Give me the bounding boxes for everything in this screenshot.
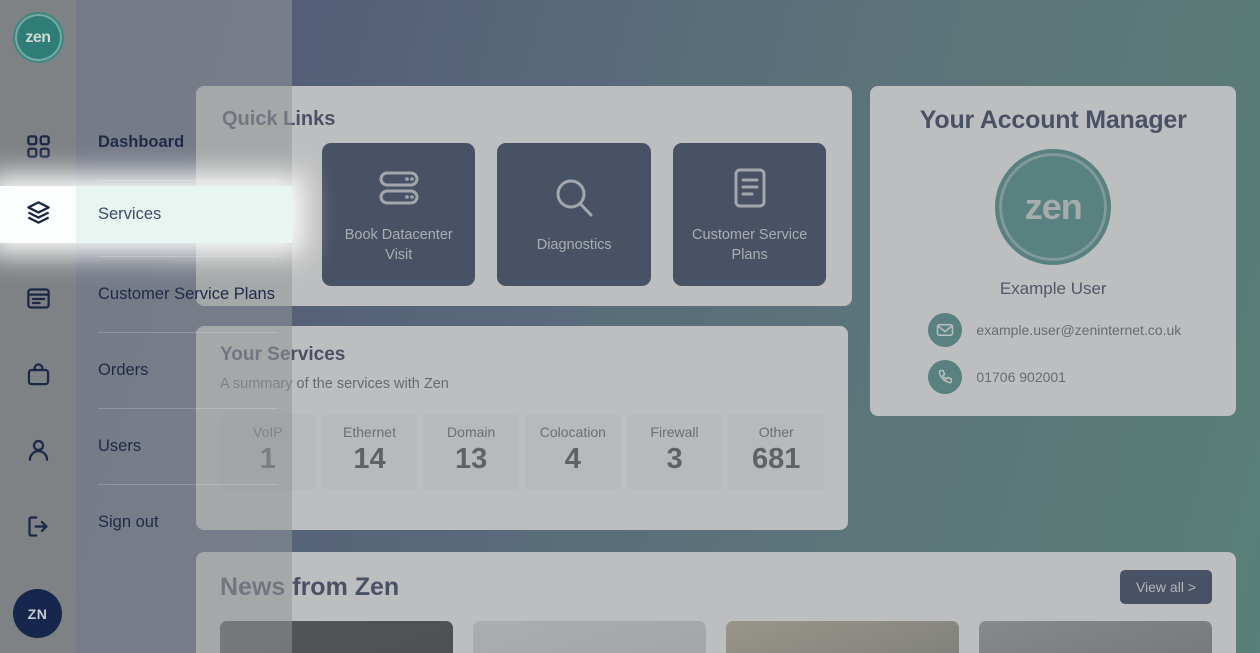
stat-label: Other xyxy=(758,424,794,440)
zen-logo-text: zen xyxy=(25,28,51,46)
server-icon xyxy=(375,164,423,212)
tile-customer-service-plans[interactable]: Customer Service Plans xyxy=(672,143,827,286)
account-manager-phone: 01706 902001 xyxy=(976,369,1066,385)
tile-label: Customer Service Plans xyxy=(692,226,808,263)
services-stats: VoIP 1 Ethernet 14 Domain 13 Colocation … xyxy=(220,414,825,490)
account-manager-avatar: zen xyxy=(995,149,1112,265)
app-root: Quick Links xyxy=(0,0,1260,653)
sidebar-item-label: Orders xyxy=(98,360,149,379)
stat-label: Firewall xyxy=(650,424,699,440)
sidebar-icon-services-highlighted[interactable] xyxy=(0,186,76,243)
account-manager-name: Example User xyxy=(999,279,1107,298)
news-thumbnail[interactable] xyxy=(979,621,1212,653)
sidebar-item-sign-out[interactable]: Sign out xyxy=(76,484,292,560)
account-manager-email: example.user@zeninternet.co.uk xyxy=(976,322,1182,338)
services-summary-card: Your Services A summary of the services … xyxy=(196,326,848,530)
document-icon xyxy=(25,285,52,317)
sidebar-icon-customer-service-plans[interactable] xyxy=(0,263,76,339)
sidebar-icon-users[interactable] xyxy=(0,415,76,491)
sidebar-item-label: Customer Service Plans xyxy=(98,284,275,303)
sidebar-icon-dashboard[interactable] xyxy=(0,111,76,187)
sidebar-item-label: Users xyxy=(98,436,142,455)
sidebar-icon-list xyxy=(0,111,76,567)
envelope-icon xyxy=(928,313,963,347)
services-subtitle: A summary of the services with Zen xyxy=(220,376,449,392)
zen-logo[interactable]: zen xyxy=(12,12,64,63)
account-manager-email-row[interactable]: example.user@zeninternet.co.uk xyxy=(928,313,1214,347)
sidebar-flyout-menu: Dashboard Services Customer Service Plan… xyxy=(76,0,292,653)
news-thumbnail[interactable] xyxy=(473,621,706,653)
quick-links-tiles: Book Datacenter Visit Diagnostics Custom… xyxy=(222,143,827,286)
news-header: News from Zen View all > xyxy=(220,570,1212,604)
stat-value: 681 xyxy=(752,443,801,475)
tile-label: Diagnostics xyxy=(536,236,612,253)
stat-value: 14 xyxy=(353,443,386,475)
stat-value: 4 xyxy=(564,443,581,475)
phone-icon xyxy=(928,360,963,394)
layers-icon xyxy=(25,199,52,231)
person-icon xyxy=(25,437,52,469)
sidebar-item-services-highlighted[interactable]: Services xyxy=(76,186,292,243)
stat-label: Colocation xyxy=(539,424,606,440)
sidebar-item-label: Dashboard xyxy=(98,132,185,151)
sidebar-item-label: Sign out xyxy=(98,512,159,531)
tile-diagnostics[interactable]: Diagnostics xyxy=(497,143,651,286)
account-manager-phone-row[interactable]: 01706 902001 xyxy=(928,360,1214,394)
sidebar-item-dashboard[interactable]: Dashboard xyxy=(76,104,292,180)
stat-label: Ethernet xyxy=(343,424,396,440)
sidebar-item-orders[interactable]: Orders xyxy=(76,332,292,408)
view-all-button[interactable]: View all > xyxy=(1119,570,1212,604)
stat-ethernet[interactable]: Ethernet 14 xyxy=(321,414,418,490)
stat-colocation[interactable]: Colocation 4 xyxy=(525,414,621,490)
news-thumbnails xyxy=(220,621,1212,653)
quick-links-title: Quick Links xyxy=(222,108,336,130)
grid-icon xyxy=(25,133,52,165)
sidebar-item-label: Services xyxy=(98,205,162,223)
account-manager-contact: example.user@zeninternet.co.uk 01706 902… xyxy=(892,313,1214,394)
news-thumbnail[interactable] xyxy=(726,621,959,653)
stat-label: Domain xyxy=(447,424,496,440)
sidebar-icon-sign-out[interactable] xyxy=(0,491,76,567)
tile-book-datacenter-visit[interactable]: Book Datacenter Visit xyxy=(322,143,476,286)
news-card: News from Zen View all > xyxy=(196,552,1236,653)
services-heading: Your Services xyxy=(220,344,346,365)
sidebar-item-customer-service-plans[interactable]: Customer Service Plans xyxy=(76,256,292,332)
main-content: Quick Links xyxy=(196,0,1260,653)
stat-other[interactable]: Other 681 xyxy=(728,414,825,490)
account-manager-card: Your Account Manager zen Example User ex… xyxy=(870,86,1236,416)
quick-links-card: Quick Links xyxy=(196,86,853,306)
bag-icon xyxy=(25,361,52,393)
stat-domain[interactable]: Domain 13 xyxy=(423,414,520,490)
sidebar-item-users[interactable]: Users xyxy=(76,408,292,484)
user-avatar[interactable]: ZN xyxy=(13,589,62,638)
logout-icon xyxy=(25,513,52,545)
account-manager-title: Your Account Manager xyxy=(919,106,1187,134)
stat-value: 3 xyxy=(666,443,683,475)
zen-logo-text: zen xyxy=(1024,186,1083,227)
sidebar-icon-rail: zen ZN xyxy=(0,0,76,653)
stat-value: 13 xyxy=(455,443,488,475)
search-icon xyxy=(550,174,598,222)
document-lines-icon xyxy=(726,164,774,212)
stat-firewall[interactable]: Firewall 3 xyxy=(626,414,723,490)
sidebar-icon-orders[interactable] xyxy=(0,339,76,415)
tile-label: Book Datacenter Visit xyxy=(344,226,453,263)
